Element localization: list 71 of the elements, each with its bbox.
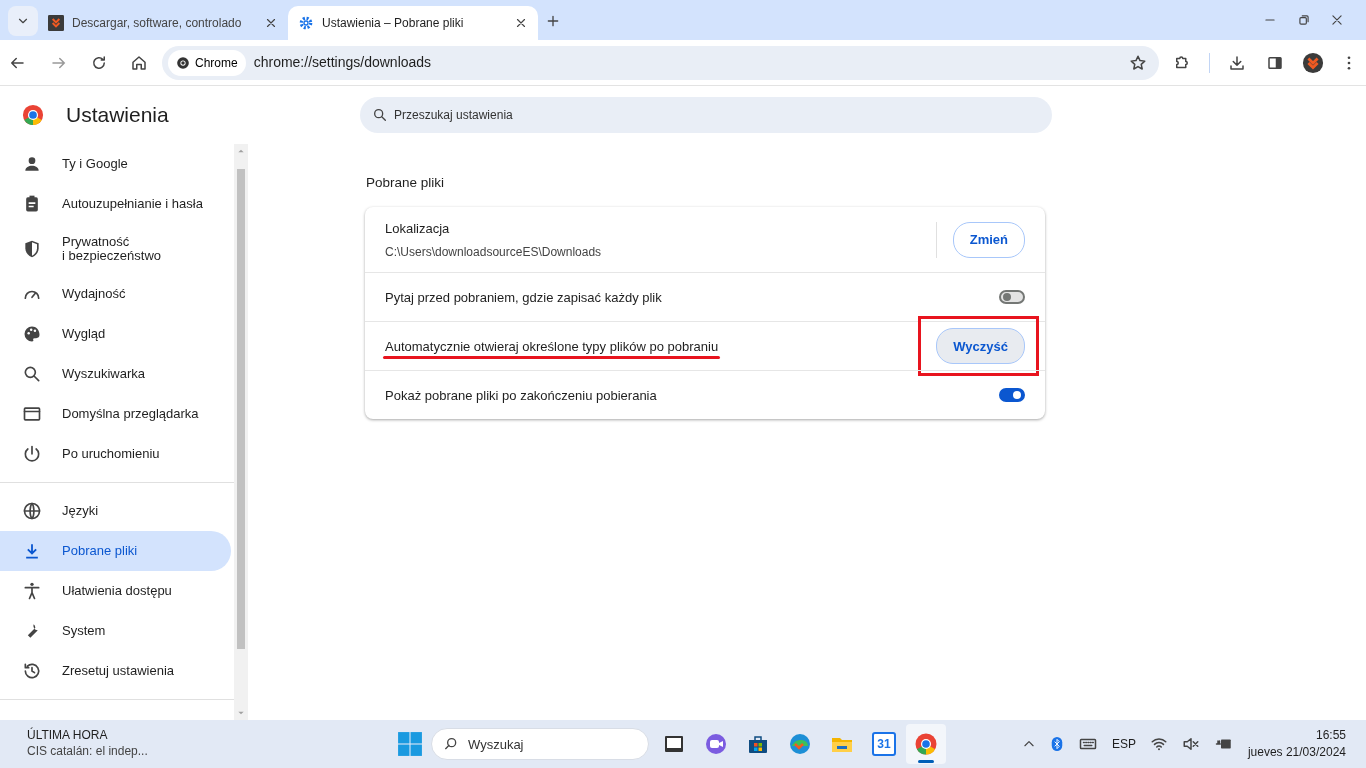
sidebar-item[interactable]: Ty i Google xyxy=(0,144,231,184)
taskbar-app[interactable] xyxy=(906,724,946,764)
sidebar-item[interactable]: Wydajność xyxy=(0,274,231,314)
news-text[interactable]: CIS catalán: el indep... xyxy=(27,744,397,760)
gear-icon xyxy=(298,15,314,31)
browser-tab[interactable]: Ustawienia – Pobrane pliki xyxy=(288,6,538,40)
sidebar-item[interactable]: System xyxy=(0,611,231,651)
calendar-day: 31 xyxy=(872,732,896,756)
close-icon[interactable] xyxy=(514,16,528,30)
section-heading: Pobrane pliki xyxy=(366,174,446,192)
sidebar-item[interactable]: Po uruchomieniu xyxy=(0,434,231,474)
star-icon[interactable] xyxy=(1129,54,1147,73)
taskbar-app[interactable]: 31 xyxy=(864,724,904,764)
restore-icon[interactable] xyxy=(1296,13,1311,27)
toggle-switch[interactable] xyxy=(999,388,1025,403)
browser-window-icon xyxy=(22,404,42,424)
sidebar-item[interactable]: Języki xyxy=(0,491,231,531)
shield-icon xyxy=(22,239,42,259)
scrollbar[interactable] xyxy=(234,144,248,720)
search-icon xyxy=(443,736,459,752)
sidebar-item[interactable]: Autouzupełnianie i hasła xyxy=(0,184,231,224)
palette-icon xyxy=(22,324,42,344)
clock[interactable]: 16:55 jueves 21/03/2024 xyxy=(1247,727,1346,761)
profile-avatar-icon[interactable] xyxy=(1302,51,1324,74)
person-icon xyxy=(22,154,42,174)
site-info-chip[interactable]: Chrome xyxy=(168,49,246,76)
language-indicator[interactable]: ESP xyxy=(1111,735,1136,753)
setting-label: Pokaż pobrane pliki po zakończeniu pobierania xyxy=(385,387,657,403)
setting-label: Lokalizacja xyxy=(385,220,451,238)
search-field[interactable]: Przeszukaj ustawienia xyxy=(360,97,1052,133)
reload-icon[interactable] xyxy=(90,53,108,72)
scrollbar-thumb[interactable] xyxy=(237,169,245,649)
home-icon[interactable] xyxy=(130,53,148,72)
start-button-icon[interactable] xyxy=(397,731,423,757)
download-icon[interactable] xyxy=(1228,53,1246,72)
site-favicon-icon xyxy=(48,15,64,31)
browser-logo-icon xyxy=(914,732,938,756)
browser-logo-icon xyxy=(22,104,44,126)
clear-button[interactable]: Wyczyść xyxy=(936,328,1025,365)
history-icon xyxy=(22,661,42,681)
settings-title: Ustawienia xyxy=(66,102,169,129)
plus-icon[interactable] xyxy=(545,13,561,29)
setting-label: Automatycznie otwieraj określone typy plików po pobraniu xyxy=(385,338,719,354)
sidebar-item[interactable]: Wygląd xyxy=(0,314,231,354)
taskbar-search-field[interactable]: Wyszukaj xyxy=(431,728,649,760)
search-icon xyxy=(22,364,42,384)
news-headline[interactable]: ÚLTIMA HORA xyxy=(27,728,397,744)
search-icon xyxy=(372,107,388,123)
sidebar-item[interactable]: Pobrane pliki xyxy=(0,531,231,571)
browser-wave-icon xyxy=(788,732,812,756)
sidebar-item[interactable]: Prywatność i bezpieczeństwo xyxy=(0,224,231,274)
bluetooth-icon[interactable] xyxy=(1049,735,1064,753)
globe-icon xyxy=(22,501,42,521)
speaker-muted-icon[interactable] xyxy=(1181,735,1200,753)
sidebar-item[interactable]: Ułatwienia dostępu xyxy=(0,571,231,611)
wifi-icon[interactable] xyxy=(1149,735,1168,753)
sidebar-item[interactable]: Zresetuj ustawienia xyxy=(0,651,231,691)
folder-path: C:\Users\downloadsourceES\Downloads xyxy=(385,243,603,261)
close-icon[interactable] xyxy=(1330,13,1344,27)
toggle-switch[interactable] xyxy=(999,290,1025,305)
setting-label: Pytaj przed pobraniem, gdzie zapisać każdy plik xyxy=(385,289,662,305)
accessibility-person-icon xyxy=(22,581,42,601)
url-text[interactable]: chrome://settings/downloads xyxy=(253,52,432,73)
sidebar-item[interactable]: Wyszukiwarka xyxy=(0,354,231,394)
video-camera-icon xyxy=(704,732,728,756)
close-icon[interactable] xyxy=(264,16,278,30)
power-icon xyxy=(22,444,42,464)
change-button[interactable]: Zmień xyxy=(952,221,1025,258)
browser-tab[interactable]: Descargar, software, controlado xyxy=(38,6,288,40)
browser-logo-icon xyxy=(176,55,190,70)
sidebar-item[interactable]: Domyślna przeglądarka xyxy=(0,394,231,434)
